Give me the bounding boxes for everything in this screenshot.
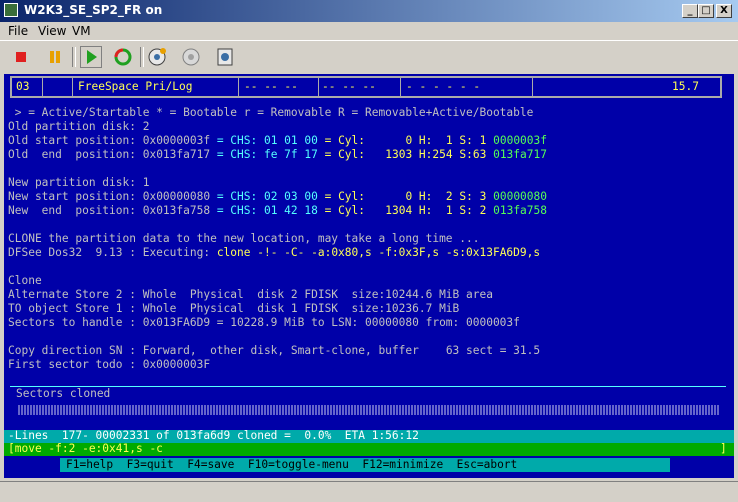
alternate-store-line: Alternate Store 2 : Whole Physical disk … — [8, 288, 493, 301]
minimize-button[interactable]: _ — [682, 4, 698, 18]
menu-file[interactable]: File — [8, 24, 28, 38]
menu-vm[interactable]: VM — [72, 24, 91, 38]
to-object-store-line: TO object Store 1 : Whole Physical disk … — [8, 302, 460, 315]
progress-bar — [18, 405, 720, 415]
title-bar: W2K3_SE_SP2_FR on _ □ X — [0, 0, 738, 22]
function-key-bar: F1=help F3=quit F4=save F10=toggle-menu … — [4, 458, 734, 472]
new-start-line: New start position: 0x00000080 = CHS: 02… — [8, 190, 547, 203]
toolbar-separator — [72, 47, 76, 67]
legend-line: > = Active/Startable * = Bootable r = Re… — [8, 106, 534, 119]
function-keys: F1=help F3=quit F4=save F10=toggle-menu … — [60, 458, 670, 472]
menu-bar: File View VM — [0, 22, 738, 40]
command-line[interactable]: [move -f:2 -e:0x41,s -c ] — [4, 442, 734, 456]
partition-field-3: - - - - - - — [406, 80, 481, 93]
vm-console[interactable]: 03 FreeSpace Pri/Log -- -- -- -- -- -- -… — [4, 74, 734, 478]
toolbar — [0, 40, 738, 73]
sectors-cloned-label: Sectors cloned — [16, 387, 111, 400]
command-end: ] — [720, 442, 727, 455]
partition-field-1: -- -- -- — [244, 80, 298, 93]
pause-icon[interactable] — [44, 46, 66, 68]
play-icon[interactable] — [80, 46, 102, 68]
stop-icon[interactable] — [10, 46, 32, 68]
vm-app-icon — [4, 3, 18, 17]
dfsee-exec-line: DFSee Dos32 9.13 : Executing: clone -!- … — [8, 246, 541, 259]
manage-snapshots-icon[interactable] — [214, 46, 236, 68]
partition-type: FreeSpace Pri/Log — [78, 80, 193, 93]
function-keys-text[interactable]: F1=help F3=quit F4=save F10=toggle-menu … — [66, 458, 517, 472]
snapshot-icon[interactable] — [146, 46, 168, 68]
old-end-line: Old end position: 0x013fa717 = CHS: fe 7… — [8, 148, 547, 161]
old-start-line: Old start position: 0x0000003f = CHS: 01… — [8, 134, 547, 147]
status-text: -Lines 177- 00002331 of 013fa6d9 cloned … — [8, 429, 419, 442]
partition-table-row: 03 FreeSpace Pri/Log -- -- -- -- -- -- -… — [10, 76, 722, 98]
partition-size: 15.7 — [672, 80, 699, 93]
reset-icon[interactable] — [112, 46, 134, 68]
revert-icon[interactable] — [180, 46, 202, 68]
clone-title: Clone — [8, 274, 42, 287]
new-partition-label: New partition disk: 1 — [8, 176, 150, 189]
window-title: W2K3_SE_SP2_FR on — [24, 3, 163, 17]
close-button[interactable]: X — [716, 4, 732, 18]
command-text[interactable]: [move -f:2 -e:0x41,s -c — [8, 442, 163, 456]
progress-box: Sectors cloned — [10, 386, 726, 417]
partition-number: 03 — [16, 80, 30, 93]
old-partition-label: Old partition disk: 2 — [8, 120, 150, 133]
copy-direction-line: Copy direction SN : Forward, other disk,… — [8, 344, 541, 357]
sectors-handle-line: Sectors to handle : 0x013FA6D9 = 10228.9… — [8, 316, 520, 329]
clone-message: CLONE the partition data to the new loca… — [8, 232, 480, 245]
first-sector-line: First sector todo : 0x0000003F — [8, 358, 211, 371]
toolbar-separator — [140, 47, 144, 67]
partition-field-2: -- -- -- — [322, 80, 376, 93]
maximize-button[interactable]: □ — [698, 4, 714, 18]
new-end-line: New end position: 0x013fa758 = CHS: 01 4… — [8, 204, 547, 217]
window-status-bar — [0, 481, 738, 502]
menu-view[interactable]: View — [38, 24, 66, 38]
